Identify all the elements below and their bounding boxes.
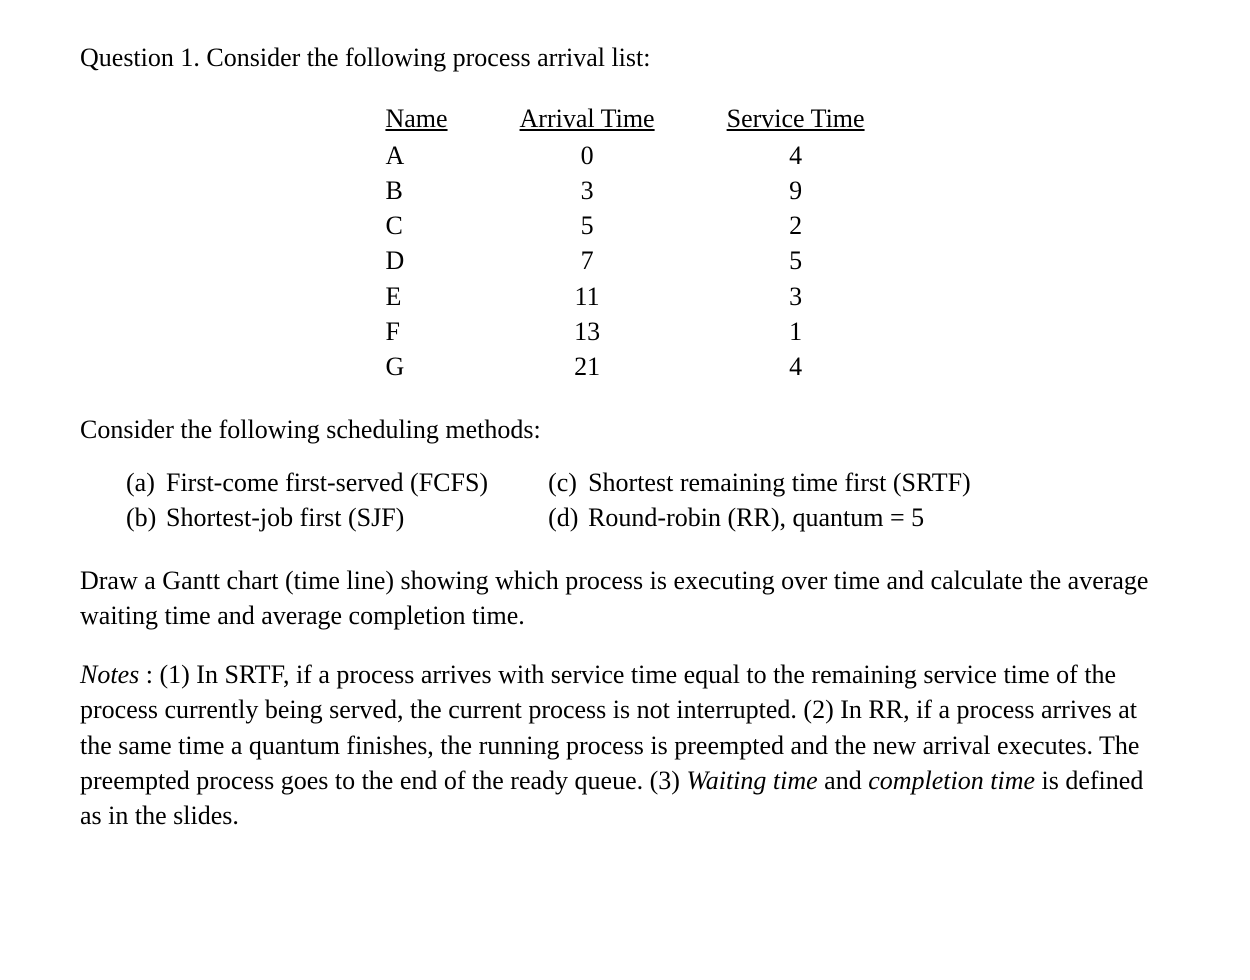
cell-name: E [349, 279, 483, 314]
table-row: C 5 2 [349, 208, 900, 243]
cell-name: F [349, 314, 483, 349]
method-label: (c) [548, 465, 588, 500]
notes-waiting-time: Waiting time [686, 766, 817, 795]
method-text: First-come first-served (FCFS) [166, 465, 488, 500]
cell-arrival: 3 [484, 173, 691, 208]
cell-service: 4 [691, 138, 901, 173]
cell-arrival: 13 [484, 314, 691, 349]
method-label: (a) [126, 465, 166, 500]
notes-completion-time: completion time [868, 766, 1035, 795]
table-row: F 13 1 [349, 314, 900, 349]
cell-name: C [349, 208, 483, 243]
table-row: D 7 5 [349, 243, 900, 278]
method-text: Round-robin (RR), quantum = 5 [588, 500, 924, 535]
cell-service: 3 [691, 279, 901, 314]
method-text: Shortest-job first (SJF) [166, 500, 404, 535]
process-table: Name Arrival Time Service Time A 0 4 B 3… [349, 99, 900, 384]
method-item-b: (b) Shortest-job first (SJF) [126, 500, 488, 535]
col-header-service: Service Time [691, 99, 901, 138]
table-row: G 21 4 [349, 349, 900, 384]
methods-col-right: (c) Shortest remaining time first (SRTF)… [548, 465, 971, 535]
cell-service: 9 [691, 173, 901, 208]
cell-name: D [349, 243, 483, 278]
cell-arrival: 11 [484, 279, 691, 314]
table-row: A 0 4 [349, 138, 900, 173]
method-item-d: (d) Round-robin (RR), quantum = 5 [548, 500, 971, 535]
cell-arrival: 7 [484, 243, 691, 278]
notes-prefix: Notes [80, 660, 139, 689]
table-row: B 3 9 [349, 173, 900, 208]
methods-list: (a) First-come first-served (FCFS) (b) S… [80, 465, 1170, 535]
cell-arrival: 5 [484, 208, 691, 243]
cell-service: 4 [691, 349, 901, 384]
col-header-name: Name [349, 99, 483, 138]
method-text: Shortest remaining time first (SRTF) [588, 465, 971, 500]
cell-arrival: 21 [484, 349, 691, 384]
method-label: (b) [126, 500, 166, 535]
notes-and: and [818, 766, 869, 795]
cell-service: 2 [691, 208, 901, 243]
methods-subhead: Consider the following scheduling method… [80, 412, 1170, 447]
table-row: E 11 3 [349, 279, 900, 314]
cell-service: 5 [691, 243, 901, 278]
notes-sep: : [139, 660, 159, 689]
cell-arrival: 0 [484, 138, 691, 173]
methods-col-left: (a) First-come first-served (FCFS) (b) S… [126, 465, 488, 535]
cell-name: A [349, 138, 483, 173]
instructions: Draw a Gantt chart (time line) showing w… [80, 563, 1170, 633]
cell-name: G [349, 349, 483, 384]
cell-name: B [349, 173, 483, 208]
question-intro: Question 1. Consider the following proce… [80, 40, 1170, 75]
method-label: (d) [548, 500, 588, 535]
notes: Notes : (1) In SRTF, if a process arrive… [80, 657, 1170, 832]
table-header-row: Name Arrival Time Service Time [349, 99, 900, 138]
cell-service: 1 [691, 314, 901, 349]
method-item-c: (c) Shortest remaining time first (SRTF) [548, 465, 971, 500]
col-header-arrival: Arrival Time [484, 99, 691, 138]
method-item-a: (a) First-come first-served (FCFS) [126, 465, 488, 500]
